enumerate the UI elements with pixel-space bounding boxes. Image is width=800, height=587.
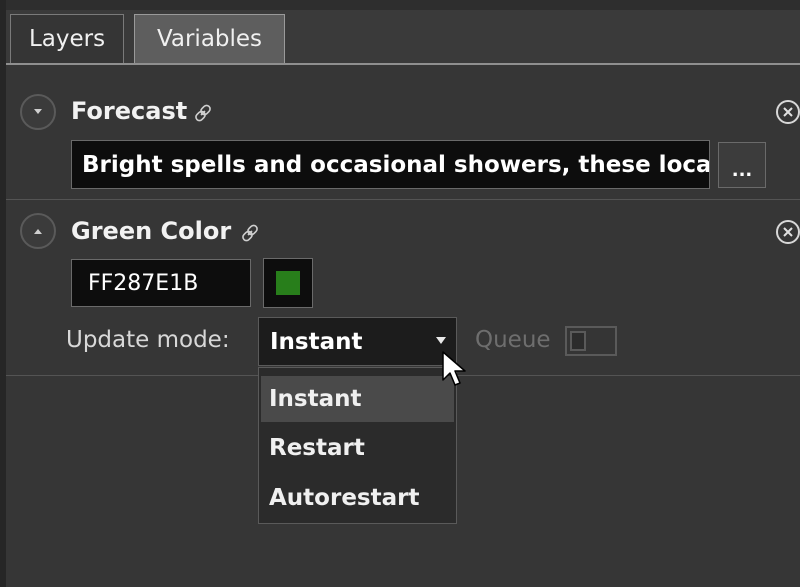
chevron-down-icon (34, 109, 42, 114)
link-icon[interactable] (193, 103, 213, 123)
remove-circle-icon[interactable] (776, 220, 800, 244)
dropdown-option-autorestart[interactable]: Autorestart (261, 475, 454, 521)
edit-text-button[interactable]: ... (718, 142, 766, 188)
color-picker-button[interactable] (263, 258, 313, 308)
window-top-edge (0, 0, 800, 10)
update-mode-select[interactable]: Instant (258, 317, 457, 366)
variable-name-green-color: Green Color (71, 217, 232, 245)
forecast-value-field[interactable]: Bright spells and occasional showers, th… (71, 140, 710, 189)
dropdown-option-restart[interactable]: Restart (261, 425, 454, 471)
update-mode-dropdown-list: Instant Restart Autorestart (258, 367, 457, 524)
collapse-button-green-color[interactable] (20, 213, 56, 249)
mouse-pointer-icon (442, 351, 466, 386)
tab-variables[interactable]: Variables (134, 14, 285, 63)
dropdown-option-instant[interactable]: Instant (261, 376, 454, 422)
link-icon[interactable] (240, 223, 260, 243)
expand-button-forecast[interactable] (20, 94, 56, 130)
tab-bar (6, 10, 800, 66)
dropdown-arrow-icon (436, 337, 446, 344)
close-icon (783, 107, 793, 117)
variable-divider (6, 199, 800, 200)
update-mode-label: Update mode: (66, 327, 230, 353)
tab-layers[interactable]: Layers (10, 14, 124, 63)
update-mode-selected-value: Instant (270, 328, 363, 355)
close-icon (783, 227, 793, 237)
chevron-up-icon (34, 229, 42, 234)
queue-toggle[interactable] (565, 326, 617, 356)
queue-label: Queue (475, 327, 551, 353)
variable-name-forecast: Forecast (71, 97, 188, 125)
remove-circle-icon[interactable] (776, 100, 800, 124)
color-swatch (276, 271, 300, 295)
toggle-knob (570, 331, 586, 351)
color-hex-field[interactable]: FF287E1B (71, 259, 251, 307)
